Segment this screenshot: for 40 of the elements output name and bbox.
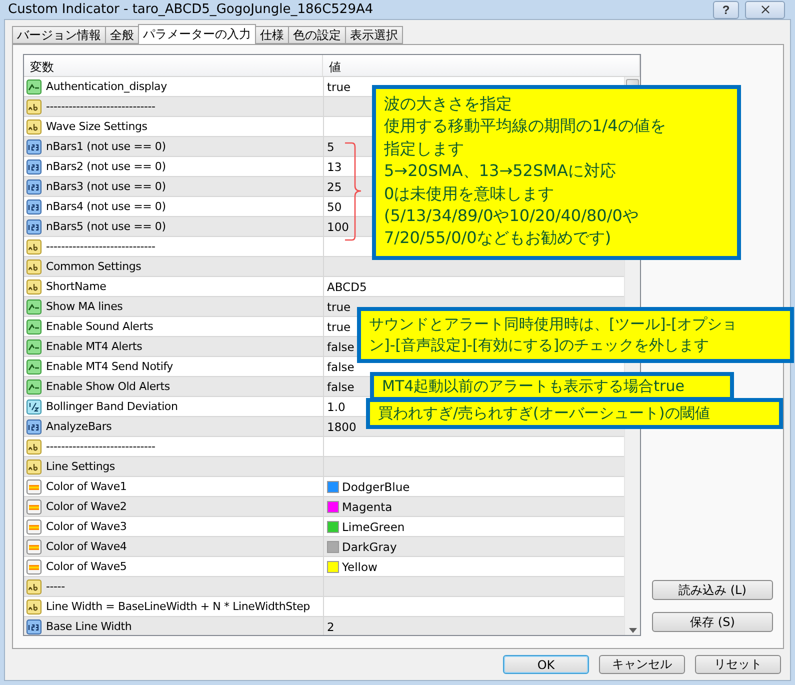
note-line: ン]-[音声設定]-[有効にする]のチェックを外します (369, 335, 710, 356)
parameter-name: Enable Sound Alerts (46, 320, 154, 333)
note-line: 買われすぎ/売られすぎ(オーバーシュート)の閾値 (378, 403, 711, 424)
parameter-name: Color of Wave1 (46, 480, 127, 493)
note-line: 7/20/55/0/0などもお勧めです) (384, 227, 612, 250)
parameter-name: Enable Show Old Alerts (46, 380, 170, 393)
parameter-name: Wave Size Settings (46, 120, 148, 133)
note-line: 波の大きさを指定 (384, 93, 513, 115)
note-line: 使用する移動平均線の期間の1/4の値を (384, 115, 667, 138)
parameter-name: ----- (46, 580, 65, 593)
note-line: MT4起動以前のアラートも表示する場合true (382, 376, 686, 397)
parameter-name: nBars1 (not use == 0) (46, 140, 166, 153)
parameter-name: Color of Wave4 (46, 540, 127, 553)
parameter-name: nBars4 (not use == 0) (46, 200, 166, 213)
parameter-name: Authentication_display (46, 80, 167, 93)
parameter-name: ShortName (46, 280, 106, 293)
parameter-name: Common Settings (46, 260, 142, 273)
note-line: (5/13/34/89/0や10/20/40/80/0や (384, 204, 640, 227)
parameter-name: ----------------------------- (46, 440, 156, 453)
parameter-name: Base Line Width (46, 620, 132, 633)
note-line: サウンドとアラート同時使用時は、[ツール]-[オプショ (369, 314, 738, 335)
parameter-name: ----------------------------- (46, 240, 156, 253)
parameter-name: Line Settings (46, 460, 115, 473)
parameter-name: nBars3 (not use == 0) (46, 180, 166, 193)
note-line: 5→20SMA、13→52SMAに対応 (384, 160, 617, 182)
parameter-name: Bollinger Band Deviation (46, 400, 178, 413)
parameter-name: Color of Wave5 (46, 560, 127, 573)
parameter-name: Show MA lines (46, 300, 123, 313)
parameter-name: nBars2 (not use == 0) (46, 160, 166, 173)
parameter-name: Enable MT4 Send Notify (46, 360, 173, 373)
parameter-name: AnalyzeBars (46, 420, 112, 433)
note-line: 0は未使用を意味します (384, 182, 556, 205)
parameter-name: Color of Wave2 (46, 500, 127, 513)
note-line: 指定します (384, 138, 465, 160)
parameter-name: Color of Wave3 (46, 520, 127, 533)
parameter-name: Enable MT4 Alerts (46, 340, 142, 353)
parameter-name: Line Width = BaseLineWidth + N * LineWidthStep (46, 600, 310, 613)
window-title: Custom Indicator - taro_ABCD5_GogoJungle_186C529A4 (8, 2, 374, 17)
parameter-name: ----------------------------- (46, 100, 156, 113)
parameter-name: nBars5 (not use == 0) (46, 220, 166, 233)
